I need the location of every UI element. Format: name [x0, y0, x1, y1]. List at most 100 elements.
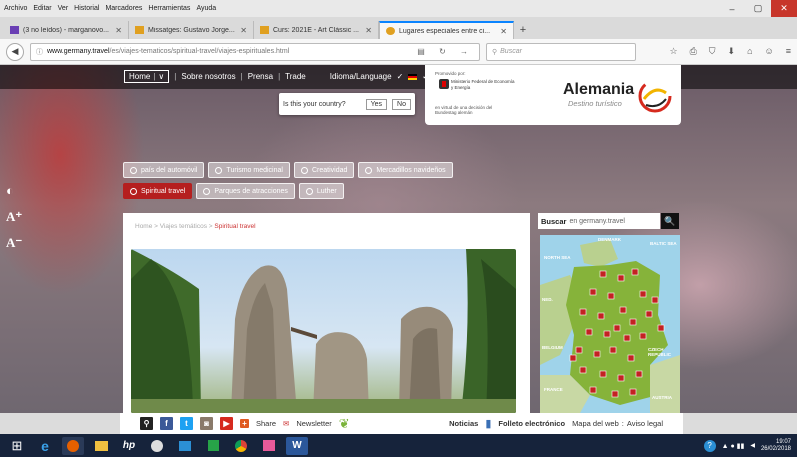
germany-map[interactable]: DENMARK NORTH SEA BALTIC SEA NED. BELGIU… [540, 235, 680, 413]
windows-start-icon[interactable]: ⊞ [6, 437, 28, 455]
firefox-icon[interactable] [62, 436, 84, 455]
country-question: Is this your country? [283, 100, 346, 108]
chip-luther[interactable]: Luther [298, 183, 344, 199]
increase-font-icon[interactable]: A⁺ [6, 209, 22, 225]
tab-course[interactable]: Curs: 2021E - Art Clàssic ... ✕ [254, 21, 379, 39]
tab-germany-travel[interactable]: Lugares especiales entre ci... ✕ [379, 21, 514, 39]
instagram-icon[interactable]: ◙ [200, 417, 213, 430]
hamburger-menu-icon[interactable]: ≡ [786, 46, 791, 57]
calculator-icon[interactable] [202, 437, 224, 455]
tab-close-icon[interactable]: ✕ [500, 27, 507, 36]
youtube-icon[interactable]: ▶ [220, 417, 233, 430]
internet-explorer-icon[interactable]: e [34, 437, 56, 455]
volume-icon[interactable]: ◀ [750, 442, 755, 449]
chevron-down-icon[interactable]: ∨ [158, 72, 164, 81]
paint-icon[interactable] [258, 437, 280, 455]
menu-ver[interactable]: Ver [58, 5, 69, 12]
pocket-icon[interactable]: ⛉ [709, 46, 716, 57]
reader-reload-icons[interactable]: ▤ ↻ → [417, 47, 474, 56]
brochure-link[interactable]: Folleto electrónico [498, 419, 565, 428]
search-bar[interactable]: ⚲ Buscar [486, 42, 636, 61]
map-label-north-sea: NORTH SEA [544, 255, 571, 260]
menu-herramientas[interactable]: Herramientas [148, 5, 190, 12]
menu-ayuda[interactable]: Ayuda [196, 5, 216, 12]
chip-automovil[interactable]: país del automóvil [123, 162, 205, 178]
luther-icon [305, 187, 313, 195]
trade-link[interactable]: Trade [285, 72, 306, 81]
maximize-button[interactable]: ▢ [745, 0, 771, 17]
tray-icons[interactable]: ▲ ● ▮▮ [722, 442, 745, 450]
clock[interactable]: 19:07 26/02/2018 [761, 439, 791, 453]
tab-close-icon[interactable]: ✕ [365, 26, 372, 35]
download-icon[interactable]: ⬇ [728, 46, 736, 57]
german-flag-icon[interactable] [408, 73, 418, 80]
tab-close-icon[interactable]: ✕ [115, 26, 122, 35]
breadcrumb-section[interactable]: Viajes temáticos [160, 223, 207, 230]
press-link[interactable]: Prensa [248, 72, 273, 81]
hero-photo [131, 249, 516, 413]
moodle-icon [260, 26, 269, 34]
brand-tagline: Destino turístico [568, 99, 622, 108]
no-button[interactable]: No [392, 98, 411, 110]
decrease-font-icon[interactable]: A⁻ [6, 235, 22, 251]
hp-icon[interactable]: hp [118, 437, 140, 455]
chip-spiritual-travel[interactable]: Spiritual travel [123, 183, 193, 199]
legal-link[interactable]: Aviso legal [627, 419, 663, 428]
chevron-down-icon[interactable]: ✓ [397, 72, 404, 81]
newsletter-link[interactable]: Newsletter [296, 419, 331, 428]
map-label-france: FRANCE [544, 387, 563, 392]
breadcrumb-home[interactable]: Home [135, 223, 152, 230]
tab-close-icon[interactable]: ✕ [240, 26, 247, 35]
bookmark-star-icon[interactable]: ☆ [670, 46, 678, 57]
sitemap-link[interactable]: Mapa del web [572, 419, 619, 428]
site-search-field[interactable]: Buscar en germany.travel [538, 213, 660, 229]
close-window-button[interactable]: ✕ [771, 0, 797, 17]
chip-parques[interactable]: Parques de atracciones [196, 183, 295, 199]
news-link[interactable]: Noticias [449, 419, 478, 428]
chrome-icon[interactable] [230, 437, 252, 455]
clock-time: 19:07 [775, 438, 791, 445]
menu-archivo[interactable]: Archivo [4, 5, 27, 12]
menu-historial[interactable]: Historial [74, 5, 99, 12]
chip-creatividad[interactable]: Creatividad [293, 162, 355, 178]
new-tab-button[interactable]: + [514, 21, 532, 39]
clipboard-icon[interactable]: ⎙ [690, 46, 697, 57]
help-icon[interactable]: ? [703, 439, 716, 452]
language-selector[interactable]: Idioma/Language [330, 72, 392, 81]
media-player-icon[interactable] [146, 437, 168, 455]
minimize-button[interactable]: – [719, 0, 745, 17]
leaf-icon[interactable]: ❦ [339, 416, 350, 432]
site-search-button[interactable]: 🔍 [661, 213, 679, 229]
brand-name[interactable]: Alemania [563, 81, 634, 99]
menu-marcadores[interactable]: Marcadores [105, 5, 142, 12]
home-dropdown[interactable]: Home | ∨ [124, 70, 170, 83]
home-link[interactable]: Home [129, 72, 150, 81]
funded-by-label: Promovido por: [435, 71, 466, 76]
tab-bar: (3 no leídos) - marganovo... ✕ Missatges… [0, 17, 797, 39]
map-label-baltic-sea: BALTIC SEA [650, 241, 677, 246]
menu-editar[interactable]: Editar [33, 5, 51, 12]
home-icon[interactable]: ⌂ [747, 46, 752, 57]
tab-messages[interactable]: Missatges: Gustavo Jorge... ✕ [129, 21, 254, 39]
smiley-icon[interactable]: ☺ [765, 46, 774, 57]
back-button[interactable]: ◀ [6, 42, 24, 61]
word-icon[interactable]: W [286, 436, 308, 455]
info-icon[interactable]: ⓘ [36, 47, 43, 57]
chip-turismo-medicinal[interactable]: Turismo medicinal [208, 162, 290, 178]
facebook-icon[interactable]: f [160, 417, 173, 430]
about-link[interactable]: Sobre nosotros [181, 72, 235, 81]
photos-icon[interactable] [174, 437, 196, 455]
url-path: /es/viajes-tematicos/spiritual-travel/vi… [109, 48, 290, 55]
twitter-icon[interactable]: t [180, 417, 193, 430]
yes-button[interactable]: Yes [365, 98, 388, 110]
country-popup: Is this your country? Yes No [279, 93, 415, 115]
contrast-icon[interactable]: ◐ [6, 183, 22, 199]
share-link[interactable]: Share [256, 419, 276, 428]
germany-brand-logo-icon[interactable] [638, 79, 672, 113]
chip-mercadillos[interactable]: Mercadillos navideños [358, 162, 453, 178]
tab-mail[interactable]: (3 no leídos) - marganovo... ✕ [4, 21, 129, 39]
file-explorer-icon[interactable] [90, 437, 112, 455]
mail-icon [10, 26, 19, 34]
url-bar[interactable]: ⓘ www.germany.travel/es/viajes-tematicos… [30, 42, 480, 61]
search-icon[interactable]: ⚲ [140, 417, 153, 430]
